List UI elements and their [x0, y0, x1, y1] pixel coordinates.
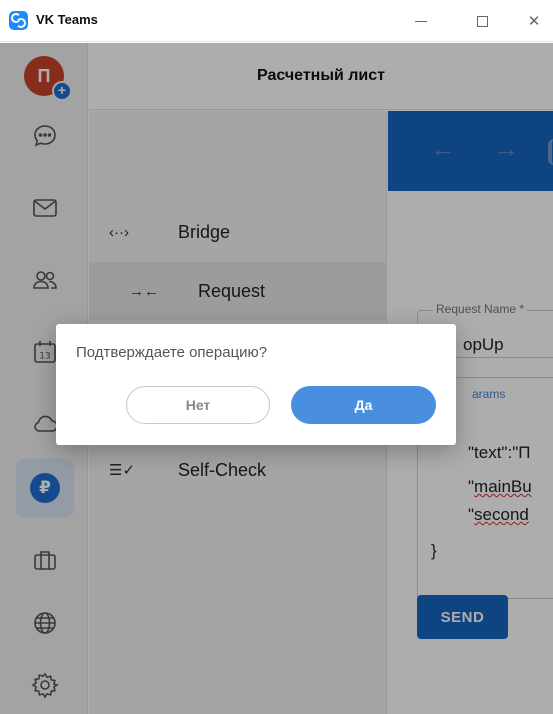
- close-icon: ✕: [527, 13, 541, 30]
- minimize-icon: [415, 20, 427, 22]
- app-title: VK Teams: [36, 12, 98, 27]
- minimize-button[interactable]: [397, 0, 445, 42]
- maximize-button[interactable]: [458, 0, 506, 42]
- no-button[interactable]: Нет: [126, 386, 270, 424]
- window-titlebar: VK Teams ✕: [0, 0, 553, 42]
- vk-teams-logo-icon: [9, 11, 28, 30]
- yes-button[interactable]: Да: [291, 386, 436, 424]
- dialog-message: Подтверждаете операцию?: [76, 344, 268, 361]
- maximize-icon: [476, 15, 488, 27]
- confirm-dialog: Подтверждаете операцию? Нет Да: [56, 324, 456, 445]
- close-button[interactable]: ✕: [510, 0, 553, 42]
